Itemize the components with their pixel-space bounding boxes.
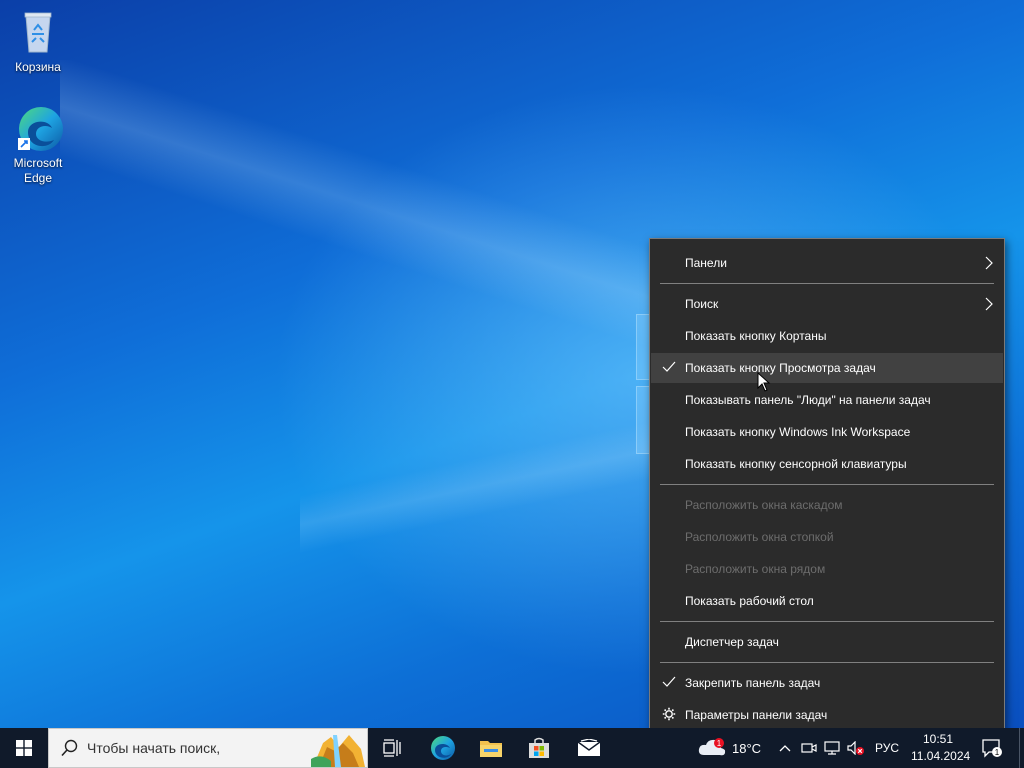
gear-icon [662, 707, 676, 721]
menu-item-label: Диспетчер задач [685, 635, 779, 649]
menu-item-label: Показать кнопку сенсорной клавиатуры [685, 457, 907, 471]
recycle-bin-icon [14, 8, 62, 56]
start-button[interactable] [0, 728, 48, 768]
weather-widget[interactable]: 1 [696, 728, 728, 768]
weather-badge-count: 1 [717, 739, 722, 748]
menu-item-lock-taskbar[interactable]: Закрепить панель задач [651, 668, 1003, 698]
menu-item-task-manager[interactable]: Диспетчер задач [651, 627, 1003, 657]
clock-time[interactable]: 10:51 [923, 732, 953, 746]
menu-item-label: Показать кнопку Кортаны [685, 329, 827, 343]
edge-icon [431, 736, 455, 760]
mouse-cursor-icon [757, 372, 771, 392]
menu-item-label: Расположить окна рядом [685, 562, 826, 576]
menu-item-label: Показать рабочий стол [685, 594, 814, 608]
taskbar-app-store[interactable] [516, 728, 562, 768]
checkmark-icon [662, 676, 676, 687]
language-indicator[interactable]: РУС [875, 741, 899, 755]
search-highlight-illustration [311, 735, 365, 767]
menu-item-label: Показать кнопку Windows Ink Workspace [685, 425, 911, 439]
menu-item-show-ink-workspace[interactable]: Показать кнопку Windows Ink Workspace [651, 417, 1003, 447]
desktop-icon-edge[interactable]: Microsoft Edge [0, 104, 76, 186]
menu-item-label: Параметры панели задач [685, 708, 828, 722]
menu-item-label: Расположить окна стопкой [685, 530, 834, 544]
menu-item-side-by-side-windows: Расположить окна рядом [651, 554, 1003, 584]
menu-item-toolbars[interactable]: Панели [651, 248, 1003, 278]
desktop-icon-label: Корзина [15, 60, 61, 74]
chevron-up-icon [779, 745, 791, 752]
menu-item-label: Поиск [685, 297, 719, 311]
task-view-button[interactable] [370, 728, 414, 768]
wallpaper-light-beam [60, 60, 700, 360]
show-hidden-icons-button[interactable] [776, 728, 794, 768]
volume-button[interactable] [846, 728, 866, 768]
clock-date[interactable]: 11.04.2024 [911, 749, 970, 763]
notification-count: 1 [995, 748, 1000, 757]
folder-icon [480, 741, 502, 757]
network-icon [824, 741, 840, 755]
menu-item-show-people[interactable]: Показывать панель "Люди" на панели задач [651, 385, 1003, 415]
menu-item-show-cortana[interactable]: Показать кнопку Кортаны [651, 321, 1003, 351]
menu-item-label: Закрепить панель задач [685, 676, 821, 690]
meet-now-button[interactable] [800, 728, 818, 768]
desktop-icon-label: Microsoft Edge [13, 156, 63, 185]
menu-item-taskbar-settings[interactable]: Параметры панели задач [651, 700, 1003, 730]
menu-item-label: Панели [685, 256, 727, 270]
menu-item-stack-windows: Расположить окна стопкой [651, 522, 1003, 552]
menu-item-show-task-view[interactable]: Показать кнопку Просмотра задач [651, 353, 1003, 383]
menu-separator [660, 621, 994, 622]
weather-temperature[interactable]: 18°C [732, 741, 761, 756]
show-desktop-button[interactable] [1019, 728, 1024, 768]
taskbar-app-file-explorer[interactable] [468, 728, 514, 768]
search-icon [61, 739, 78, 757]
camera-icon [801, 743, 817, 753]
notification-icon: 1 [982, 739, 1002, 758]
menu-item-label: Показать кнопку Просмотра задач [685, 361, 876, 375]
search-placeholder: Чтобы начать поиск, [87, 740, 221, 756]
taskbar-context-menu: Панели Поиск Показать кнопку Кортаны Пок… [649, 238, 1005, 739]
menu-item-show-touch-keyboard[interactable]: Показать кнопку сенсорной клавиатуры [651, 449, 1003, 479]
desktop-icon-recycle-bin[interactable]: Корзина [0, 8, 76, 75]
menu-separator [660, 662, 994, 663]
network-button[interactable] [822, 728, 842, 768]
store-bag-icon [529, 737, 549, 758]
checkmark-icon [662, 361, 676, 372]
menu-item-cascade-windows: Расположить окна каскадом [651, 490, 1003, 520]
taskbar-app-edge[interactable] [420, 728, 466, 768]
menu-separator [660, 484, 994, 485]
wallpaper-logo-pane [636, 314, 650, 380]
menu-item-label: Показывать панель "Люди" на панели задач [685, 393, 931, 407]
mail-icon [577, 739, 601, 756]
windows-logo-icon [16, 740, 32, 756]
chevron-right-icon [985, 256, 993, 270]
task-view-icon [383, 739, 401, 757]
menu-item-search[interactable]: Поиск [651, 289, 1003, 319]
taskbar[interactable]: Чтобы начать поиск, 1 18°C РУС 10:51 11.… [0, 728, 1024, 768]
wallpaper-logo-pane [636, 386, 650, 454]
search-box[interactable]: Чтобы начать поиск, [48, 728, 368, 768]
action-center-button[interactable]: 1 [980, 728, 1004, 768]
taskbar-app-mail[interactable] [566, 728, 612, 768]
menu-separator [660, 283, 994, 284]
cloud-icon: 1 [698, 738, 726, 756]
chevron-right-icon [985, 297, 993, 311]
menu-item-show-desktop[interactable]: Показать рабочий стол [651, 586, 1003, 616]
edge-icon [14, 104, 63, 152]
menu-item-label: Расположить окна каскадом [685, 498, 843, 512]
volume-muted-icon [847, 741, 864, 755]
